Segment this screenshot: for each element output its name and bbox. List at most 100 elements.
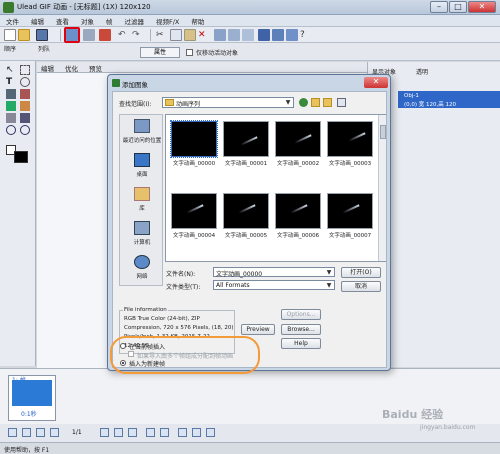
delete-frame-icon[interactable] bbox=[128, 428, 137, 437]
text-tool-icon[interactable]: T bbox=[6, 77, 16, 87]
file-thumbnail[interactable]: 文字动画_00007 bbox=[327, 193, 373, 241]
library-icon bbox=[134, 187, 150, 201]
eraser-tool-icon[interactable] bbox=[20, 89, 30, 99]
file-thumbnail[interactable]: 文字动画_00005 bbox=[223, 193, 269, 241]
preview-icon[interactable] bbox=[286, 29, 298, 41]
delete-icon[interactable]: ✕ bbox=[198, 29, 210, 41]
maximize-button[interactable]: □ bbox=[449, 1, 467, 13]
first-frame-icon[interactable] bbox=[8, 428, 17, 437]
redo-icon[interactable]: ↷ bbox=[132, 29, 144, 41]
preview-button[interactable]: Preview bbox=[241, 324, 275, 335]
menu-file[interactable]: 文件 bbox=[0, 15, 25, 27]
tab-optimize[interactable]: 优化 bbox=[65, 63, 78, 73]
add-frame-icon[interactable] bbox=[100, 428, 109, 437]
menu-help[interactable]: 帮助 bbox=[185, 15, 210, 27]
duplicate-frame-icon[interactable] bbox=[114, 428, 123, 437]
menu-object[interactable]: 对象 bbox=[75, 15, 100, 27]
reverse-icon[interactable] bbox=[192, 428, 201, 437]
eyedropper-tool-icon[interactable] bbox=[6, 113, 16, 123]
object-row[interactable]: Obj-1 (0,0) 宽 120,高 120 bbox=[398, 91, 500, 108]
new-folder-icon[interactable] bbox=[323, 98, 332, 107]
open-folder-icon[interactable] bbox=[18, 29, 30, 41]
dialog-close-button[interactable]: ✕ bbox=[364, 77, 388, 88]
streak bbox=[240, 136, 258, 146]
minimize-button[interactable]: – bbox=[430, 1, 448, 13]
copy-icon[interactable] bbox=[170, 29, 182, 41]
ellipse-tool-icon[interactable] bbox=[20, 77, 30, 87]
file-thumbnail[interactable]: 文字动画_00002 bbox=[275, 121, 321, 169]
file-thumbnail[interactable]: 文字动画_00000 bbox=[170, 120, 218, 169]
open-button[interactable]: 打开(O) bbox=[341, 267, 381, 278]
move-active-checkbox[interactable] bbox=[186, 49, 193, 56]
hand-tool-icon[interactable] bbox=[20, 113, 30, 123]
editor-tabs: 编辑 优化 预览 bbox=[37, 62, 367, 73]
brush-tool-icon[interactable] bbox=[6, 89, 16, 99]
look-in-dropdown[interactable]: 动画序列 ▼ bbox=[162, 97, 294, 108]
banner-text-icon[interactable] bbox=[160, 428, 169, 437]
next-frame-icon[interactable] bbox=[50, 428, 59, 437]
file-preview bbox=[171, 193, 217, 229]
property-button[interactable]: 属性 bbox=[140, 47, 180, 58]
menu-filter[interactable]: 过滤器 bbox=[119, 15, 151, 27]
frame-thumbnail[interactable]: 1: 帧 0:1秒 bbox=[8, 375, 56, 421]
tween-icon[interactable] bbox=[146, 428, 155, 437]
zoom-out-icon[interactable] bbox=[20, 125, 30, 135]
frame-props-icon[interactable] bbox=[178, 428, 187, 437]
help-pointer-icon[interactable]: ? bbox=[300, 29, 312, 41]
export-icon[interactable] bbox=[258, 29, 270, 41]
fill-tool-icon[interactable] bbox=[6, 101, 16, 111]
foreground-color-swatch[interactable] bbox=[14, 151, 28, 163]
file-type-select[interactable]: All Formats ▼ bbox=[213, 280, 335, 290]
file-list-scrollbar[interactable] bbox=[378, 115, 386, 261]
menu-view[interactable]: 查看 bbox=[50, 15, 75, 27]
help-button[interactable]: Help bbox=[281, 338, 321, 349]
menu-video-fx[interactable]: 视频F/X bbox=[150, 15, 185, 27]
place-library[interactable]: 库 bbox=[120, 185, 164, 219]
browse-button[interactable]: Browse... bbox=[281, 324, 321, 335]
file-thumbnail[interactable]: 文字动画_00001 bbox=[223, 121, 269, 169]
cancel-button[interactable]: 取消 bbox=[341, 281, 381, 292]
layer-icon[interactable] bbox=[214, 29, 226, 41]
add-video-icon[interactable] bbox=[83, 29, 95, 41]
back-icon[interactable] bbox=[299, 98, 308, 107]
clone-tool-icon[interactable] bbox=[20, 101, 30, 111]
file-thumbnail[interactable]: 文字动画_00004 bbox=[171, 193, 217, 241]
scrollbar-thumb[interactable] bbox=[380, 125, 386, 139]
paste-icon[interactable] bbox=[184, 29, 196, 41]
close-button[interactable]: ✕ bbox=[468, 1, 496, 13]
file-preview bbox=[275, 121, 321, 157]
layer-icon-2[interactable] bbox=[228, 29, 240, 41]
web-icon[interactable] bbox=[272, 29, 284, 41]
object-dimensions: (0,0) 宽 120,高 120 bbox=[404, 102, 457, 108]
recent-places-icon bbox=[134, 119, 150, 133]
file-name-value: 文字动画_00000 bbox=[216, 271, 263, 278]
menu-edit[interactable]: 编辑 bbox=[25, 15, 50, 27]
marquee-tool-icon[interactable] bbox=[20, 65, 30, 75]
loop-icon[interactable] bbox=[206, 428, 215, 437]
file-thumbnail[interactable]: 文字动画_00006 bbox=[275, 193, 321, 241]
options-button[interactable]: Options... bbox=[281, 309, 321, 320]
layer-icon-3[interactable] bbox=[242, 29, 254, 41]
zoom-in-icon[interactable] bbox=[6, 125, 16, 135]
chevron-down-icon: ▼ bbox=[285, 99, 291, 106]
file-name-input[interactable]: 文字动画_00000 ▼ bbox=[213, 267, 335, 278]
place-computer[interactable]: 计算机 bbox=[120, 219, 164, 253]
new-file-icon[interactable] bbox=[4, 29, 16, 41]
play-icon[interactable] bbox=[36, 428, 45, 437]
save-icon[interactable] bbox=[36, 29, 48, 41]
place-desktop[interactable]: 桌面 bbox=[120, 151, 164, 185]
file-thumbnail[interactable]: 文字动画_00003 bbox=[327, 121, 373, 169]
tab-edit[interactable]: 编辑 bbox=[41, 63, 54, 73]
view-menu-icon[interactable] bbox=[337, 98, 346, 107]
menu-frame[interactable]: 帧 bbox=[100, 15, 119, 27]
cut-icon[interactable]: ✂ bbox=[156, 29, 168, 41]
previous-frame-icon[interactable] bbox=[22, 428, 31, 437]
color-icon[interactable] bbox=[99, 29, 111, 41]
pointer-tool-icon[interactable]: ↖ bbox=[6, 65, 16, 75]
file-type-label: 文件类型(T): bbox=[166, 284, 201, 291]
tab-preview[interactable]: 预览 bbox=[89, 63, 102, 73]
place-recent[interactable]: 最近访问的位置 bbox=[120, 117, 164, 151]
undo-icon[interactable]: ↶ bbox=[118, 29, 130, 41]
place-network[interactable]: 网络 bbox=[120, 253, 164, 287]
up-folder-icon[interactable] bbox=[311, 98, 320, 107]
